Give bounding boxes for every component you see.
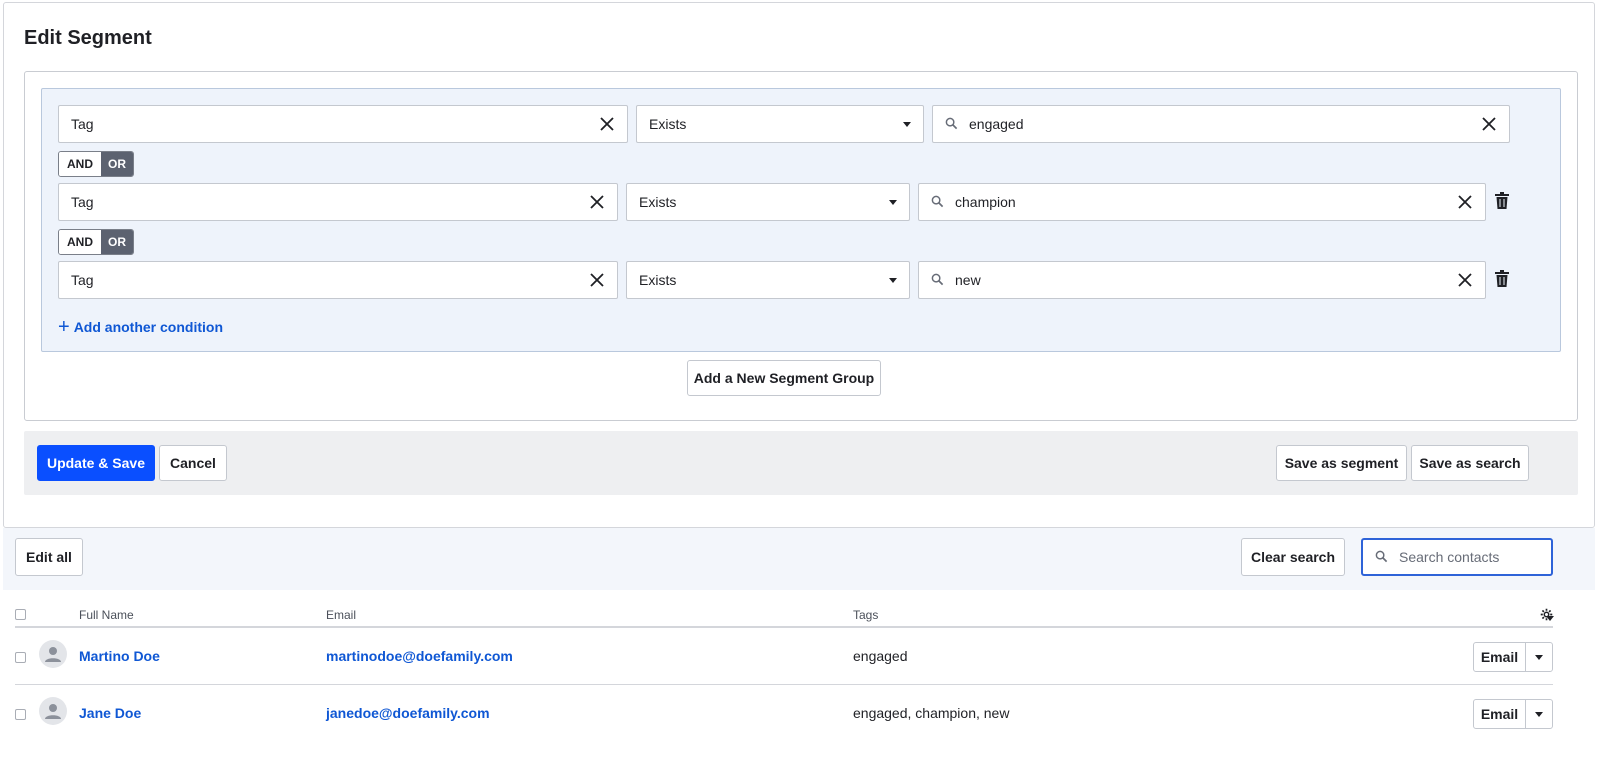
value-label: engaged	[969, 116, 1024, 132]
field-label: Tag	[71, 116, 94, 132]
field-label: Tag	[71, 272, 94, 288]
field-label: Tag	[71, 194, 94, 210]
search-icon	[931, 273, 945, 287]
contact-email-link[interactable]: martinodoe@doefamily.com	[326, 648, 513, 664]
condition-value-input[interactable]: engaged	[932, 105, 1510, 143]
segment-group: Tag Exists engaged AND OR Tag Exists cha…	[41, 88, 1561, 352]
contact-email-link[interactable]: janedoe@doefamily.com	[326, 705, 490, 721]
contacts-toolbar: Edit all Clear search	[3, 528, 1595, 590]
chevron-down-icon	[1535, 654, 1543, 660]
email-dropdown-toggle[interactable]	[1526, 643, 1552, 671]
clear-value-icon[interactable]	[1451, 188, 1479, 216]
select-all-checkbox[interactable]	[15, 609, 26, 620]
save-as-search-button[interactable]: Save as search	[1411, 445, 1529, 481]
search-contacts-box[interactable]	[1361, 538, 1553, 576]
condition-field-select[interactable]: Tag	[58, 183, 618, 221]
row-checkbox[interactable]	[15, 652, 26, 663]
email-split-button: Email	[1473, 699, 1553, 729]
update-save-button[interactable]: Update & Save	[37, 445, 155, 481]
add-condition-link[interactable]: + Add another condition	[58, 316, 224, 338]
clear-field-icon[interactable]	[583, 266, 611, 294]
contact-name-link[interactable]: Jane Doe	[79, 705, 141, 721]
chevron-down-icon	[1535, 711, 1543, 717]
table-header: Full Name Email Tags	[15, 600, 1554, 628]
trash-icon[interactable]	[1494, 192, 1512, 212]
row-checkbox[interactable]	[15, 709, 26, 720]
search-icon	[1375, 550, 1389, 564]
column-full-name: Full Name	[79, 608, 134, 622]
condition-row: Tag Exists new	[58, 261, 1548, 299]
clear-field-icon[interactable]	[583, 188, 611, 216]
person-icon	[45, 704, 61, 719]
and-or-toggle: AND OR	[58, 151, 134, 177]
search-icon	[931, 195, 945, 209]
value-label: new	[955, 272, 981, 288]
column-tags: Tags	[853, 608, 879, 622]
contact-name-link[interactable]: Martino Doe	[79, 648, 160, 664]
table-row: Jane Doe janedoe@doefamily.com engaged, …	[15, 685, 1553, 742]
condition-operator-select[interactable]: Exists	[626, 261, 910, 299]
chevron-down-icon	[903, 121, 911, 127]
contacts-table: Full Name Email Tags Martino Doe martino…	[15, 600, 1554, 742]
avatar	[39, 697, 67, 725]
clear-search-button[interactable]: Clear search	[1241, 538, 1345, 576]
value-label: champion	[955, 194, 1016, 210]
page-title: Edit Segment	[24, 27, 152, 49]
clear-field-icon[interactable]	[593, 110, 621, 138]
condition-value-input[interactable]: new	[918, 261, 1486, 299]
add-segment-group-button[interactable]: Add a New Segment Group	[687, 360, 881, 396]
condition-row: Tag Exists engaged	[58, 105, 1548, 143]
condition-row: Tag Exists champion	[58, 183, 1548, 221]
condition-field-select[interactable]: Tag	[58, 105, 628, 143]
action-bar: Update & Save Cancel Save as segment Sav…	[24, 431, 1578, 495]
search-contacts-input[interactable]	[1399, 549, 1549, 565]
column-email: Email	[326, 608, 357, 622]
operator-label: Exists	[639, 194, 677, 210]
segment-box: Tag Exists engaged AND OR Tag Exists cha…	[24, 71, 1578, 421]
table-row: Martino Doe martinodoe@doefamily.com eng…	[15, 628, 1553, 685]
person-icon	[45, 647, 61, 662]
condition-operator-select[interactable]: Exists	[636, 105, 924, 143]
and-option[interactable]: AND	[59, 230, 101, 254]
and-or-toggle: AND OR	[58, 229, 134, 255]
chevron-down-icon	[889, 277, 897, 283]
plus-icon: +	[58, 316, 70, 338]
chevron-down-icon	[1546, 616, 1554, 621]
edit-all-button[interactable]: Edit all	[15, 538, 83, 576]
cancel-button[interactable]: Cancel	[159, 445, 227, 481]
trash-icon[interactable]	[1494, 270, 1512, 290]
chevron-down-icon	[889, 199, 897, 205]
search-icon	[945, 117, 959, 131]
email-button[interactable]: Email	[1474, 643, 1526, 671]
clear-value-icon[interactable]	[1451, 266, 1479, 294]
email-split-button: Email	[1473, 642, 1553, 672]
condition-value-input[interactable]: champion	[918, 183, 1486, 221]
or-option[interactable]: OR	[101, 152, 133, 176]
operator-label: Exists	[649, 116, 687, 132]
clear-value-icon[interactable]	[1475, 110, 1503, 138]
condition-field-select[interactable]: Tag	[58, 261, 618, 299]
save-as-segment-button[interactable]: Save as segment	[1276, 445, 1407, 481]
avatar	[39, 640, 67, 668]
and-option[interactable]: AND	[59, 152, 101, 176]
column-settings[interactable]	[1540, 608, 1554, 621]
contact-tags: engaged	[853, 648, 908, 664]
contact-tags: engaged, champion, new	[853, 705, 1010, 721]
operator-label: Exists	[639, 272, 677, 288]
add-condition-label: Add another condition	[73, 319, 224, 335]
condition-operator-select[interactable]: Exists	[626, 183, 910, 221]
or-option[interactable]: OR	[101, 230, 133, 254]
email-button[interactable]: Email	[1474, 700, 1526, 728]
email-dropdown-toggle[interactable]	[1526, 700, 1552, 728]
edit-segment-panel: Edit Segment Tag Exists engaged AND OR T…	[3, 2, 1595, 528]
